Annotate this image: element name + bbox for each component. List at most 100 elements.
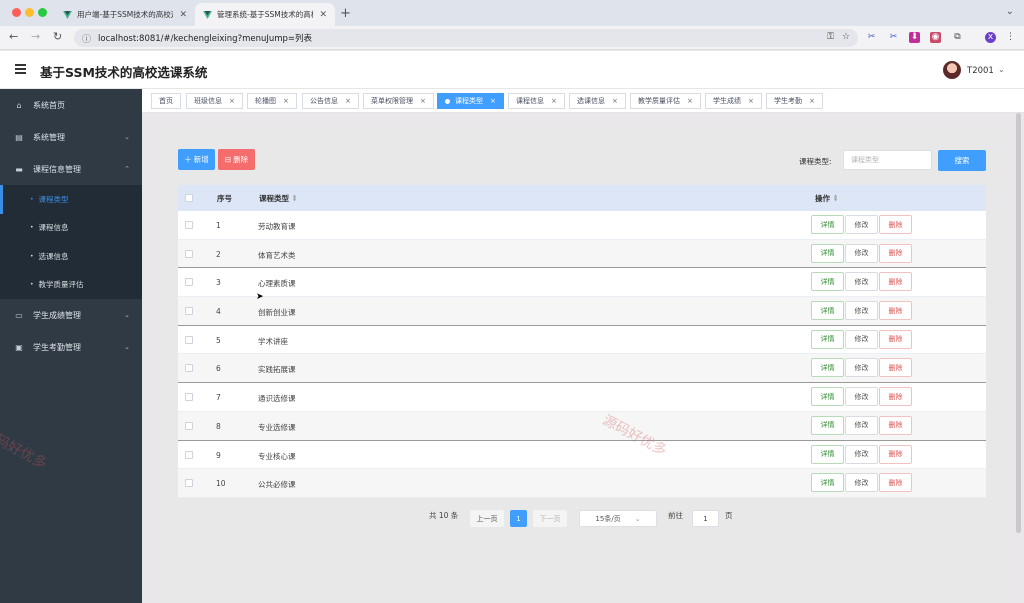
close-icon[interactable]: ✕ <box>319 10 327 20</box>
minimize-window-button[interactable] <box>25 8 34 17</box>
detail-button[interactable]: 详情 <box>811 215 844 234</box>
detail-button[interactable]: 详情 <box>811 444 844 464</box>
tag-carousel[interactable]: 轮播图 × <box>247 93 297 109</box>
edit-button[interactable]: 修改 <box>845 301 878 321</box>
batch-delete-button[interactable]: ⊟ 删除 <box>218 149 255 170</box>
sidebar-subitem-teaching-eval[interactable]: • 教学质量评估 <box>0 271 142 300</box>
tag-selection-info[interactable]: 选课信息 × <box>569 93 626 109</box>
row-checkbox[interactable] <box>185 450 193 459</box>
row-checkbox[interactable] <box>185 335 193 344</box>
search-input[interactable]: 课程类型 <box>843 150 932 170</box>
page-size-select[interactable]: 15条/页 ⌄ <box>579 510 657 527</box>
close-icon[interactable]: × <box>809 97 815 105</box>
site-info-icon[interactable]: ⓘ <box>82 32 91 45</box>
edit-button[interactable]: 修改 <box>845 243 878 263</box>
sidebar-item-home[interactable]: ⌂ 系统首页 <box>0 89 142 121</box>
goto-page-input[interactable]: 1 <box>692 510 719 527</box>
row-checkbox[interactable] <box>185 479 193 488</box>
detail-button[interactable]: 详情 <box>811 473 844 493</box>
profile-avatar[interactable]: x <box>985 32 996 43</box>
edit-button[interactable]: 修改 <box>845 358 878 378</box>
row-checkbox[interactable] <box>185 421 193 430</box>
tag-class-info[interactable]: 班级信息 × <box>186 93 243 109</box>
row-checkbox[interactable] <box>185 364 193 373</box>
row-checkbox[interactable] <box>185 278 193 287</box>
edit-button[interactable]: 修改 <box>845 329 878 349</box>
sort-icon[interactable]: ▲ ▼ <box>834 194 837 202</box>
edit-button[interactable]: 修改 <box>845 215 878 234</box>
tag-notice[interactable]: 公告信息 × <box>302 93 359 109</box>
sidebar-item-course[interactable]: ▬ 课程信息管理 ⌃ <box>0 153 142 185</box>
add-button[interactable]: ＋新增 <box>178 149 215 170</box>
edit-button[interactable]: 修改 <box>845 473 878 493</box>
extension-camera-icon[interactable]: ◉ <box>930 32 941 43</box>
chevron-down-icon[interactable]: ⌄ <box>998 65 1005 74</box>
page-number-button[interactable]: 1 <box>510 510 527 527</box>
user-avatar[interactable] <box>943 61 961 79</box>
sidebar-subitem-course-info[interactable]: • 课程信息 <box>0 214 142 243</box>
page-scrollbar[interactable] <box>1016 113 1021 533</box>
sidebar-subitem-course-type[interactable]: • 课程类型 <box>0 185 142 214</box>
close-icon[interactable]: ✕ <box>179 10 187 20</box>
detail-button[interactable]: 详情 <box>811 301 844 321</box>
delete-button[interactable]: 删除 <box>879 329 912 349</box>
forward-icon[interactable]: → <box>31 30 40 43</box>
maximize-window-button[interactable] <box>38 8 47 17</box>
close-icon[interactable]: × <box>283 97 289 105</box>
delete-button[interactable]: 删除 <box>879 358 912 378</box>
delete-button[interactable]: 删除 <box>879 301 912 321</box>
detail-button[interactable]: 详情 <box>811 387 844 407</box>
close-window-button[interactable] <box>12 8 21 17</box>
sort-icon[interactable]: ▲ ▼ <box>293 194 296 202</box>
tag-student-attendance[interactable]: 学生考勤 × <box>766 93 823 109</box>
menu-toggle-icon[interactable] <box>15 64 26 76</box>
browser-tab-admin[interactable]: 管理系统-基于SSM技术的高校 ✕ <box>195 3 335 26</box>
back-icon[interactable]: ← <box>9 30 18 43</box>
close-icon[interactable]: × <box>551 97 557 105</box>
row-checkbox[interactable] <box>185 307 193 316</box>
edit-button[interactable]: 修改 <box>845 415 878 435</box>
tag-course-info[interactable]: 课程信息 × <box>508 93 565 109</box>
close-icon[interactable]: × <box>748 97 754 105</box>
reload-icon[interactable]: ↻ <box>53 30 62 43</box>
tag-menu-permission[interactable]: 菜单权限管理 × <box>363 93 434 109</box>
sidebar-item-system[interactable]: ▤ 系统管理 ⌄ <box>0 121 142 153</box>
close-icon[interactable]: × <box>687 97 693 105</box>
new-tab-button[interactable]: + <box>340 6 351 21</box>
extension-download-icon[interactable]: ⬇ <box>909 32 920 43</box>
detail-button[interactable]: 详情 <box>811 415 844 435</box>
browser-menu-icon[interactable]: ⋮ <box>1005 32 1016 43</box>
row-checkbox[interactable] <box>185 249 193 258</box>
select-all-checkbox[interactable] <box>185 194 193 202</box>
sidebar-item-attendance[interactable]: ▣ 学生考勤管理 ⌄ <box>0 331 142 363</box>
delete-button[interactable]: 删除 <box>879 272 912 292</box>
extensions-puzzle-icon[interactable]: ⧉ <box>952 32 963 43</box>
close-icon[interactable]: × <box>420 97 426 105</box>
edit-button[interactable]: 修改 <box>845 387 878 407</box>
delete-button[interactable]: 删除 <box>879 243 912 263</box>
delete-button[interactable]: 删除 <box>879 415 912 435</box>
detail-button[interactable]: 详情 <box>811 272 844 292</box>
tag-home[interactable]: 首页 <box>151 93 181 109</box>
close-icon[interactable]: × <box>345 97 351 105</box>
close-icon[interactable]: × <box>612 97 618 105</box>
close-icon[interactable]: × <box>229 97 235 105</box>
tag-course-type[interactable]: 课程类型 × <box>437 93 504 109</box>
key-icon[interactable]: ⚿ <box>827 32 834 42</box>
search-button[interactable]: 搜索 <box>938 150 986 171</box>
delete-button[interactable]: 删除 <box>879 473 912 493</box>
close-icon[interactable]: × <box>490 97 496 105</box>
edit-button[interactable]: 修改 <box>845 272 878 292</box>
bookmark-star-icon[interactable]: ☆ <box>842 32 850 42</box>
detail-button[interactable]: 详情 <box>811 243 844 263</box>
extension-scissors-icon[interactable]: ✂ <box>866 32 877 43</box>
tag-student-grades[interactable]: 学生成绩 × <box>705 93 762 109</box>
extension-tool-icon[interactable]: ✂ <box>888 32 899 43</box>
tab-search-icon[interactable]: ⌄ <box>1006 6 1014 17</box>
delete-button[interactable]: 删除 <box>879 215 912 234</box>
detail-button[interactable]: 详情 <box>811 329 844 349</box>
next-page-button[interactable]: 下一页 <box>533 510 567 527</box>
prev-page-button[interactable]: 上一页 <box>470 510 504 527</box>
tag-teaching-eval[interactable]: 教学质量评估 × <box>630 93 701 109</box>
sidebar-subitem-selection-info[interactable]: • 选课信息 <box>0 242 142 271</box>
